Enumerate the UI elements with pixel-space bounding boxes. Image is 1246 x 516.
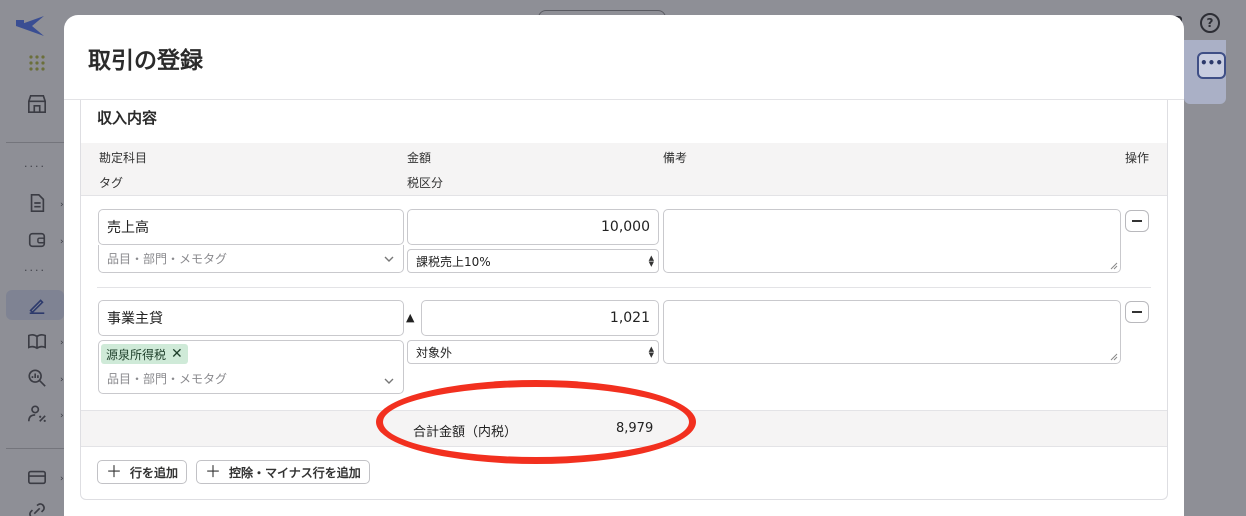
chevron-down-icon [384,378,394,384]
header-note: 備考 [663,151,688,165]
annotation-ellipse [376,380,696,464]
plus-icon: ＋ [106,462,123,481]
row-divider [97,287,1151,288]
remove-row-button[interactable] [1125,301,1149,323]
background-sidebar-divider [6,448,64,449]
minus-icon [1132,220,1142,222]
amount-value: 10,000 [601,219,650,235]
link-icon [26,500,48,516]
select-arrows-icon: ▲ ▼ [648,345,654,359]
tag-chip-label: 源泉所得税 [106,347,167,362]
tax-select[interactable]: 課税売上10% ▲ ▼ [407,249,659,273]
tax-select[interactable]: 対象外 ▲ ▼ [407,340,659,364]
resize-grip-icon[interactable] [1110,262,1118,270]
tax-value: 課税売上10% [416,254,491,269]
account-value: 事業主貸 [107,311,163,327]
add-row-button[interactable]: ＋ 行を追加 [97,460,188,484]
select-arrows-icon: ▲ ▼ [648,254,654,268]
account-input[interactable]: 売上高 [98,209,404,245]
amount-input[interactable]: 10,000 [407,209,659,245]
deduction-mark: ▲ [406,311,415,324]
header-account: 勘定科目 [99,151,148,165]
add-row-label: 行を追加 [130,465,179,480]
tax-value: 対象外 [416,345,453,360]
background-sidebar-dots: ···· [24,264,46,277]
modal-header: 取引の登録 [64,15,1184,100]
user-percent-icon [26,403,48,425]
add-deduction-row-label: 控除・マイナス行を追加 [229,465,361,480]
note-textarea[interactable] [663,300,1121,364]
resize-grip-icon[interactable] [1110,353,1118,361]
tag-placeholder: 品目・部門・メモタグ [107,372,228,386]
table-header: 勘定科目 金額 備考 操作 タグ 税区分 [81,143,1167,196]
account-input[interactable]: 事業主貸 [98,300,404,336]
more-options-icon: ••• [1197,52,1226,79]
header-action: 操作 [1125,151,1150,165]
background-sidebar-dots: ···· [24,160,46,173]
remove-row-button[interactable] [1125,210,1149,232]
note-textarea[interactable] [663,209,1121,273]
chevron-down-icon [384,256,394,262]
store-icon [26,93,48,115]
credit-card-icon [26,466,48,488]
amount-value: 1,021 [609,310,650,326]
close-icon[interactable]: ✕ [171,346,183,362]
background-sidebar-divider [6,142,64,143]
document-icon [26,192,48,214]
header-amount: 金額 [407,151,432,165]
tag-chip: 源泉所得税 ✕ [101,344,188,364]
add-deduction-row-button[interactable]: ＋ 控除・マイナス行を追加 [196,460,370,484]
section-title: 収入内容 [97,109,158,127]
book-icon [26,330,48,352]
tag-combobox[interactable]: 品目・部門・メモタグ [98,245,404,273]
pen-icon [26,294,48,316]
apps-grid-icon [28,54,46,72]
tag-placeholder: 品目・部門・メモタグ [107,252,228,266]
logo-icon [14,12,48,38]
header-tag: タグ [99,176,124,190]
header-tax: 税区分 [407,176,444,190]
search-chart-icon [26,367,48,389]
account-value: 売上高 [107,220,149,236]
amount-input[interactable]: 1,021 [421,300,659,336]
plus-icon: ＋ [205,462,222,481]
help-icon: ? [1200,13,1220,33]
wallet-icon [26,229,48,251]
minus-icon [1132,311,1142,313]
modal-title: 取引の登録 [88,48,203,74]
